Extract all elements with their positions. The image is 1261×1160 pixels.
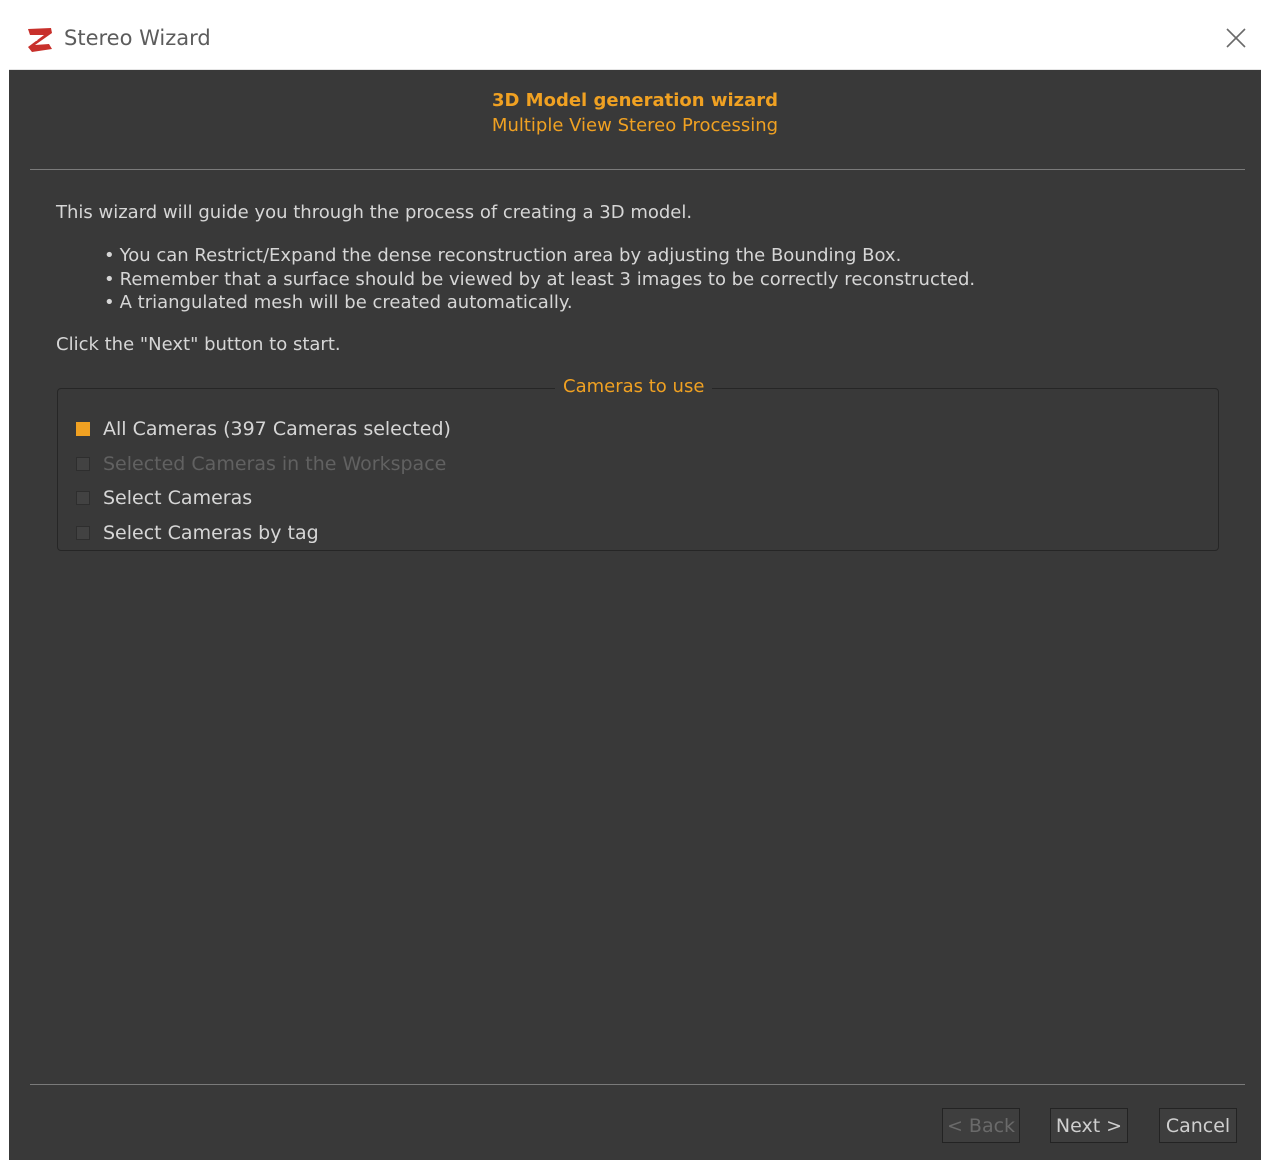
select-cameras-by-tag-option[interactable]: Select Cameras by tag bbox=[76, 521, 319, 545]
option-label: Select Cameras bbox=[103, 487, 253, 509]
cameras-group-legend: Cameras to use bbox=[555, 376, 713, 397]
select-cameras-checkbox[interactable] bbox=[76, 491, 90, 505]
select-cameras-by-tag-checkbox[interactable] bbox=[76, 526, 90, 540]
footer-divider bbox=[30, 1084, 1245, 1085]
tips-list: You can Restrict/Expand the dense recons… bbox=[104, 244, 976, 315]
option-label: Selected Cameras in the Workspace bbox=[103, 453, 447, 475]
all-cameras-option[interactable]: All Cameras (397 Cameras selected) bbox=[76, 417, 451, 441]
wizard-title: 3D Model generation wizard bbox=[491, 90, 779, 111]
close-icon[interactable] bbox=[1225, 27, 1247, 49]
title-bar[interactable]: Stereo Wizard bbox=[9, 10, 1261, 70]
header-divider bbox=[30, 169, 1245, 170]
stereo-wizard-dialog: Stereo Wizard 3D Model generation wizard… bbox=[9, 10, 1261, 1160]
tip-item: A triangulated mesh will be created auto… bbox=[104, 291, 975, 315]
3dflow-zephyr-logo-icon bbox=[28, 28, 52, 52]
cancel-button[interactable]: Cancel bbox=[1159, 1108, 1237, 1143]
instruction-text: Click the "Next" button to start. bbox=[56, 334, 341, 355]
selected-cameras-workspace-checkbox bbox=[76, 457, 90, 471]
window-title: Stereo Wizard bbox=[64, 26, 211, 50]
tip-item: You can Restrict/Expand the dense recons… bbox=[104, 244, 975, 268]
cameras-group: Cameras to use All Cameras (397 Cameras … bbox=[57, 376, 1219, 551]
select-cameras-option[interactable]: Select Cameras bbox=[76, 486, 252, 510]
intro-text: This wizard will guide you through the p… bbox=[56, 202, 693, 223]
all-cameras-checkbox[interactable] bbox=[76, 422, 90, 436]
option-label: Select Cameras by tag bbox=[103, 522, 319, 544]
back-button[interactable]: < Back bbox=[942, 1108, 1020, 1143]
selected-cameras-workspace-option: Selected Cameras in the Workspace bbox=[76, 452, 446, 476]
option-label: All Cameras (397 Cameras selected) bbox=[103, 418, 451, 440]
next-button[interactable]: Next > bbox=[1050, 1108, 1128, 1143]
tip-item: Remember that a surface should be viewed… bbox=[104, 268, 976, 292]
wizard-subtitle: Multiple View Stereo Processing bbox=[491, 115, 779, 136]
